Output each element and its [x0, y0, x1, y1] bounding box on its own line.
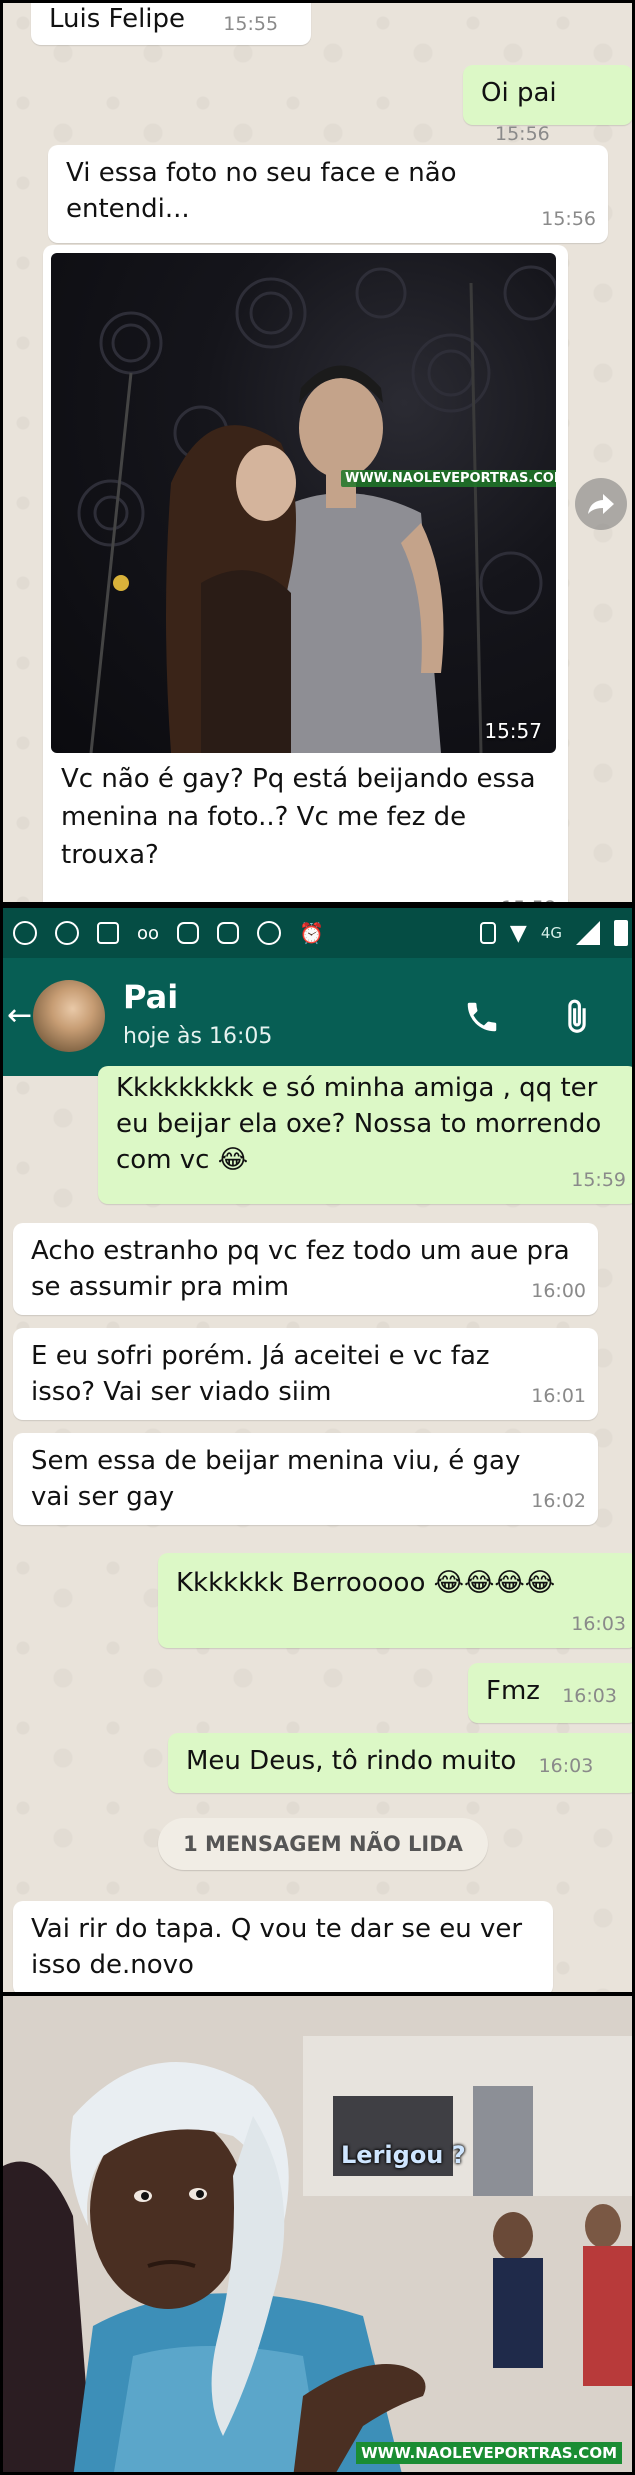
image-icon — [97, 922, 119, 944]
message-outgoing[interactable]: Kkkkkkk Berrooooo 😂😂😂😂 16:03 — [158, 1553, 632, 1648]
message-text: Vc não é gay? Pq está beijando essa meni… — [61, 764, 536, 870]
chat-header: ← Pai hoje às 16:05 — [3, 958, 632, 1076]
message-incoming[interactable]: E eu sofri porém. Já aceitei e vc faz is… — [13, 1328, 598, 1420]
message-incoming[interactable]: Vai rir do tapa. Q vou te dar se eu ver … — [13, 1901, 553, 1992]
status-bar: oo ⏰ ▼ 4G — [3, 908, 632, 958]
message-time: 15:57 — [484, 719, 542, 743]
message-outgoing[interactable]: Kkkkkkkkk e só minha amiga , qq ter eu b… — [98, 1066, 632, 1204]
unread-banner: 1 MENSAGEM NÃO LIDA — [158, 1818, 488, 1870]
message-time: 16:02 — [531, 1490, 586, 1512]
message-text: Vai rir do tapa. Q vou te dar se eu ver … — [31, 1914, 523, 1980]
instagram-icon — [217, 922, 240, 944]
message-incoming[interactable]: Sem essa de beijar menina viu, é gay vai… — [13, 1433, 598, 1525]
meme-illustration — [3, 1996, 632, 2472]
message-outgoing[interactable]: Fmz 16:03 — [468, 1663, 632, 1723]
message-time: 15:59 — [571, 1169, 626, 1191]
photo-illustration — [77, 265, 556, 753]
avatar[interactable] — [33, 980, 105, 1052]
chat-screenshot-1: Luis Felipe 15:55 Oi pai 15:56 Vi essa f… — [0, 0, 635, 905]
message-text: Vi essa foto no seu face e não entendi..… — [66, 158, 457, 224]
message-time: 15:55 — [223, 13, 279, 35]
arrow-left-icon[interactable]: ← — [7, 998, 32, 1033]
meme-caption: Lerigou ? — [341, 2141, 466, 2169]
message-time: 15:56 — [541, 208, 596, 230]
message-outgoing[interactable]: Meu Deus, tô rindo muito 16:03 — [168, 1733, 632, 1793]
message-incoming[interactable]: Vi essa foto no seu face e não entendi..… — [48, 145, 608, 243]
message-outgoing[interactable]: Oi pai 15:56 — [463, 65, 632, 145]
instagram-icon — [177, 922, 200, 944]
watermark: WWW.NAOLEVEPORTRAS.COM — [341, 470, 556, 487]
message-text: Kkkkkkkkk e só minha amiga , qq ter eu b… — [116, 1073, 602, 1175]
contact-label-bubble: Luis Felipe 15:55 — [31, 3, 311, 45]
message-text: Fmz — [486, 1676, 540, 1706]
message-text: E eu sofri porém. Já aceitei e vc faz is… — [31, 1341, 490, 1407]
meme-image: Lerigou ? WWW.NAOLEVEPORTRAS.COM — [0, 1993, 635, 2475]
message-time: 16:00 — [531, 1280, 586, 1302]
forward-icon — [588, 494, 614, 514]
chat-photo[interactable]: WWW.NAOLEVEPORTRAS.COM 15:57 — [51, 253, 556, 753]
wifi-icon: ▼ — [509, 920, 527, 946]
network-type: 4G — [540, 924, 562, 942]
message-text: Acho estranho pq vc fez todo um aue pra … — [31, 1236, 570, 1302]
phone-icon[interactable] — [463, 998, 501, 1036]
last-seen: hoje às 16:05 — [123, 1024, 273, 1049]
contact-name[interactable]: Pai — [123, 978, 178, 1016]
notification-icon — [13, 921, 37, 945]
message-time: 16:03 — [571, 1613, 626, 1635]
image-message[interactable]: WWW.NAOLEVEPORTRAS.COM 15:57 Vc não é ga… — [43, 245, 568, 902]
message-text: Sem essa de beijar menina viu, é gay vai… — [31, 1446, 521, 1512]
message-time: 16:03 — [562, 1685, 617, 1707]
message-text: Kkkkkkk Berrooooo 😂😂😂😂 — [176, 1568, 556, 1598]
shield-icon — [55, 921, 79, 945]
battery-icon — [614, 920, 628, 946]
message-time: 16:01 — [531, 1385, 586, 1407]
alarm-icon: ⏰ — [299, 921, 324, 945]
message-text: Meu Deus, tô rindo muito — [186, 1746, 517, 1776]
voicemail-icon: oo — [137, 922, 160, 944]
paperclip-icon[interactable] — [558, 998, 596, 1036]
watermark: WWW.NAOLEVEPORTRAS.COM — [356, 2442, 622, 2464]
message-incoming[interactable]: Acho estranho pq vc fez todo um aue pra … — [13, 1223, 598, 1315]
message-text: Oi pai — [481, 78, 557, 108]
whatsapp-icon — [257, 921, 282, 945]
signal-icon — [576, 921, 600, 945]
vibrate-icon — [479, 922, 496, 944]
message-time: 15:58 — [501, 897, 556, 902]
contact-label: Luis Felipe — [49, 4, 186, 34]
chat-screenshot-2: oo ⏰ ▼ 4G ← Pai hoje às 16:05 Kkkkkkkkk … — [0, 905, 635, 1995]
message-time: 16:03 — [538, 1755, 594, 1777]
forward-button[interactable] — [575, 478, 627, 530]
